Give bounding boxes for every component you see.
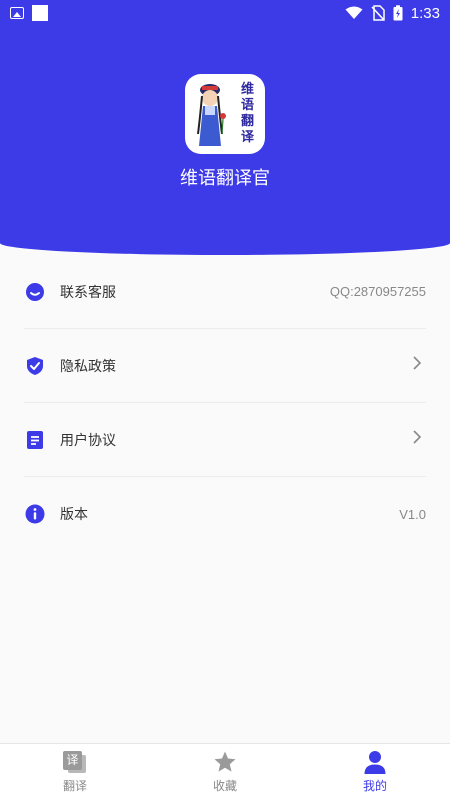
shield-check-icon — [24, 355, 46, 377]
menu-item-contact-service[interactable]: 联系客服 QQ:2870957255 — [24, 255, 426, 329]
app-logo: 维语翻译 — [185, 74, 265, 154]
notification-square-icon — [32, 5, 48, 21]
status-time: 1:33 — [410, 4, 440, 22]
menu-item-label: 隐私政策 — [60, 358, 116, 375]
translate-icon: 译 — [62, 750, 88, 774]
battery-charging-icon — [393, 5, 403, 21]
star-icon — [214, 751, 236, 772]
tab-label: 翻译 — [62, 779, 87, 793]
tab-label: 收藏 — [212, 779, 237, 793]
menu-item-label: 用户协议 — [60, 432, 116, 449]
contact-qq-value: QQ:2870957255 — [329, 284, 426, 299]
translate-icon-glyph: 译 — [63, 751, 82, 770]
menu-item-user-agreement[interactable]: 用户协议 — [24, 403, 426, 477]
status-bar: 1:33 — [0, 0, 450, 26]
wifi-icon — [345, 6, 363, 19]
menu-item-label: 版本 — [60, 507, 88, 523]
app-name: 维语翻译官 — [180, 168, 270, 189]
menu-item-privacy-policy[interactable]: 隐私政策 — [24, 329, 426, 403]
bottom-tab-bar: 译 翻译 收藏 我的 — [0, 743, 450, 800]
chevron-right-icon — [412, 355, 422, 376]
tab-translate[interactable]: 译 翻译 — [0, 744, 150, 800]
menu-item-version[interactable]: 版本 V1.0 — [24, 477, 426, 551]
user-icon — [364, 751, 386, 774]
tab-mine[interactable]: 我的 — [300, 744, 450, 800]
version-value: V1.0 — [399, 506, 426, 522]
tab-label: 我的 — [362, 779, 387, 793]
menu-item-label: 联系客服 — [60, 284, 116, 301]
image-notification-icon — [10, 7, 24, 19]
contact-service-icon — [24, 281, 46, 303]
logo-text: 维语翻译 — [241, 82, 255, 145]
no-sim-icon — [371, 5, 385, 21]
tab-favorites[interactable]: 收藏 — [150, 744, 300, 800]
info-icon — [24, 503, 46, 525]
chevron-right-icon — [412, 429, 422, 450]
settings-menu: 联系客服 QQ:2870957255 隐私政策 用户协议 版本 V1.0 — [0, 255, 450, 551]
document-icon — [24, 429, 46, 451]
